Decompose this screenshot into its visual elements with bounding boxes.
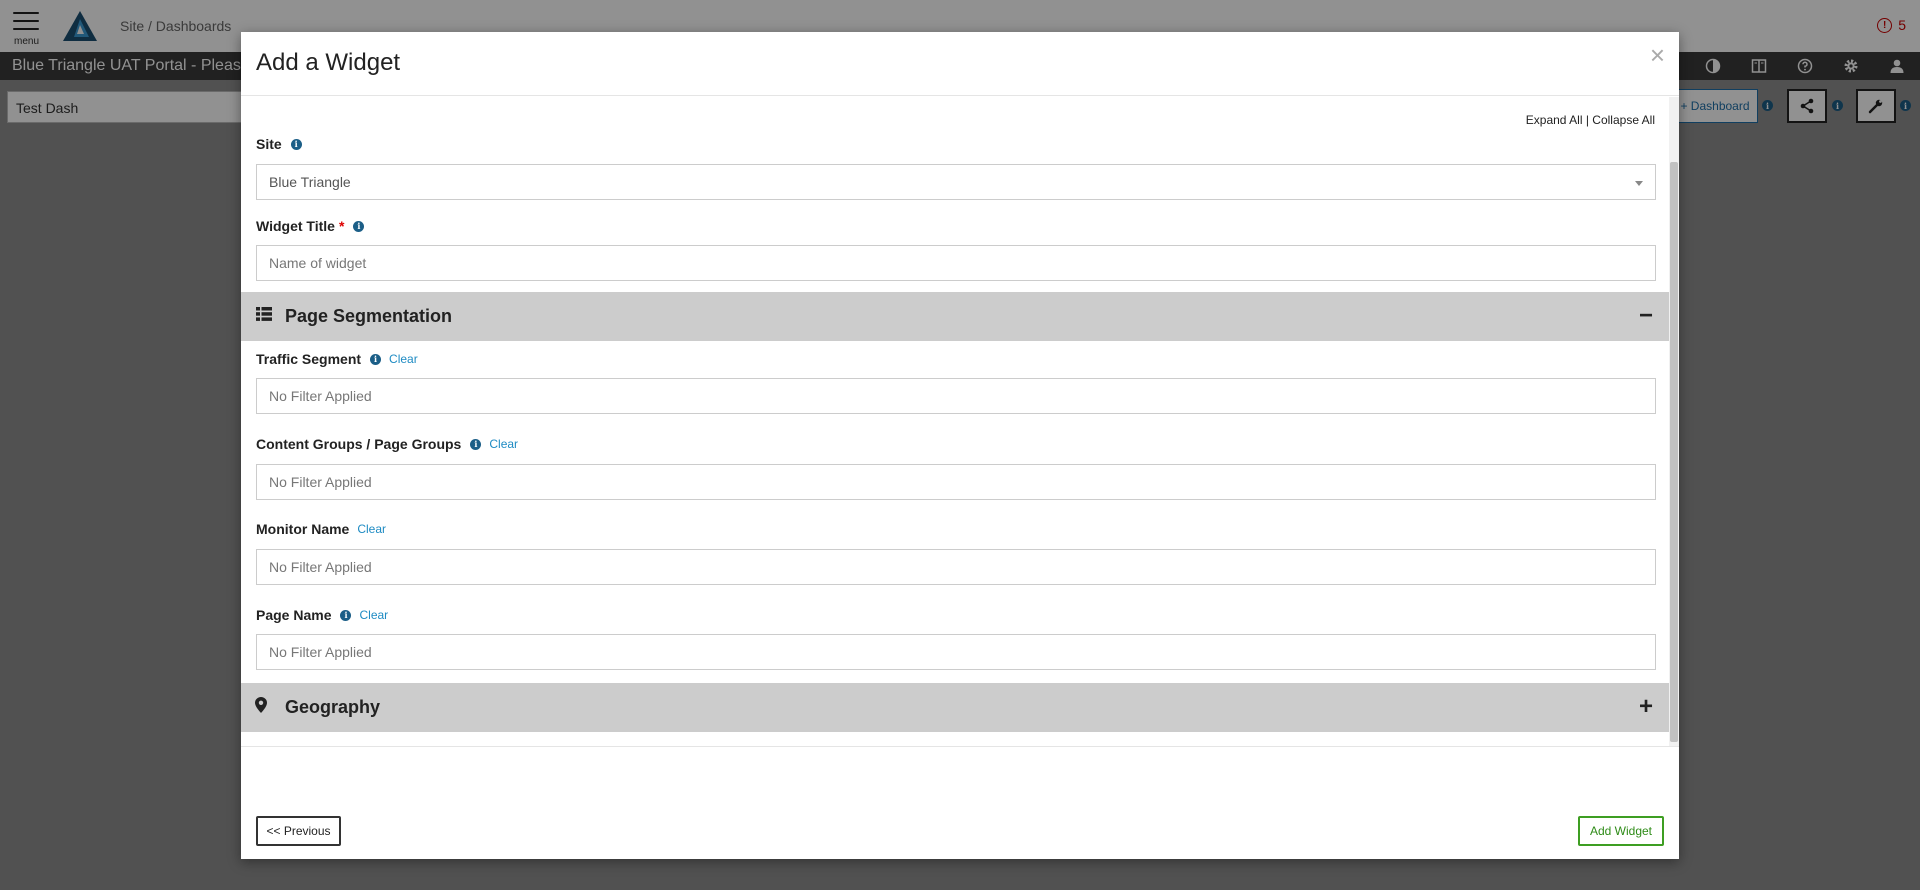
page-segmentation-section-header[interactable]: Page Segmentation − <box>241 292 1669 341</box>
widget-title-label: Widget Title <box>256 218 335 234</box>
modal-body: Expand All | Collapse All Site i Blue Tr… <box>241 97 1679 747</box>
content-groups-clear-link[interactable]: Clear <box>489 437 518 451</box>
info-icon[interactable]: i <box>353 220 365 232</box>
collapse-icon[interactable]: − <box>1639 302 1653 330</box>
info-icon[interactable]: i <box>470 438 482 450</box>
collapse-all-link[interactable]: Collapse All <box>1592 113 1655 127</box>
add-widget-modal: Add a Widget × Expand All | Collapse All… <box>241 32 1679 859</box>
monitor-name-clear-link[interactable]: Clear <box>357 522 386 536</box>
expand-icon[interactable]: + <box>1639 693 1653 721</box>
traffic-segment-filter[interactable]: No Filter Applied <box>256 378 1656 414</box>
content-groups-label: Content Groups / Page Groups <box>256 436 462 452</box>
close-icon[interactable]: × <box>1650 40 1665 71</box>
map-marker-icon <box>255 697 267 718</box>
widget-title-label-row: Widget Title * i <box>256 218 365 234</box>
traffic-segment-label-row: Traffic Segment i Clear <box>256 351 418 367</box>
expand-all-link[interactable]: Expand All <box>1526 113 1583 127</box>
geography-title: Geography <box>285 697 381 717</box>
content-groups-filter[interactable]: No Filter Applied <box>256 464 1656 500</box>
geography-section-header[interactable]: Geography + <box>241 683 1669 732</box>
required-marker: * <box>338 218 345 234</box>
page-name-clear-link[interactable]: Clear <box>359 608 388 622</box>
info-icon[interactable]: i <box>290 138 302 150</box>
expand-collapse-controls: Expand All | Collapse All <box>1526 113 1655 127</box>
separator: | <box>1582 113 1593 127</box>
list-icon <box>256 307 272 326</box>
monitor-name-label: Monitor Name <box>256 521 350 537</box>
modal-footer: << Previous Add Widget <box>241 748 1679 859</box>
site-select-value: Blue Triangle <box>269 174 351 190</box>
traffic-segment-label: Traffic Segment <box>256 351 362 367</box>
caret-down-icon <box>1635 181 1643 186</box>
page-name-label-row: Page Name i Clear <box>256 607 388 623</box>
modal-title: Add a Widget <box>256 49 401 76</box>
modal-header: Add a Widget × <box>241 32 1679 96</box>
previous-button[interactable]: << Previous <box>256 816 341 846</box>
info-icon[interactable]: i <box>370 353 382 365</box>
monitor-name-filter[interactable]: No Filter Applied <box>256 549 1656 585</box>
traffic-segment-clear-link[interactable]: Clear <box>389 352 418 366</box>
site-select[interactable]: Blue Triangle <box>256 164 1656 200</box>
content-groups-label-row: Content Groups / Page Groups i Clear <box>256 436 518 452</box>
scrollbar[interactable] <box>1669 97 1679 746</box>
site-label: Site <box>256 136 282 152</box>
page-segmentation-title: Page Segmentation <box>285 306 453 326</box>
page-name-label: Page Name <box>256 607 332 623</box>
info-icon[interactable]: i <box>340 609 352 621</box>
monitor-name-label-row: Monitor Name Clear <box>256 521 386 537</box>
add-widget-button[interactable]: Add Widget <box>1578 816 1664 846</box>
site-label-row: Site i <box>256 136 302 152</box>
widget-title-input[interactable]: Name of widget <box>256 245 1656 281</box>
scrollbar-thumb[interactable] <box>1670 162 1678 742</box>
page-name-filter[interactable]: No Filter Applied <box>256 634 1656 670</box>
